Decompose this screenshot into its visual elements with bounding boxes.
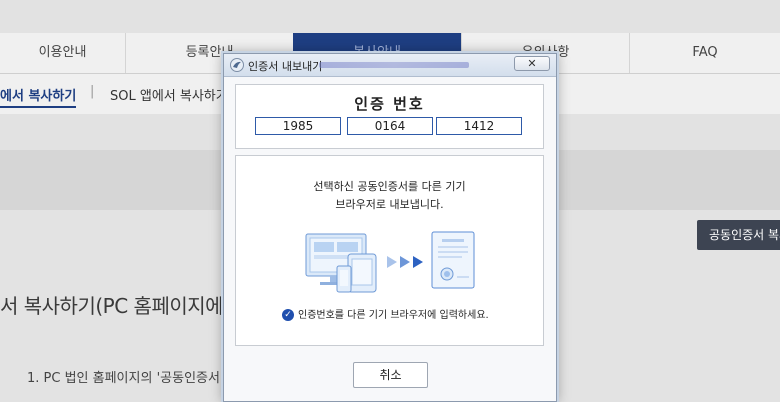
app-logo-icon bbox=[230, 58, 244, 72]
certificate-document-icon bbox=[431, 231, 475, 289]
cert-copy-button[interactable]: 공동인증서 복사 bbox=[697, 220, 780, 250]
tab-usage-guide[interactable]: 이용안내 bbox=[0, 33, 125, 73]
dialog-title: 인증서 내보내기 bbox=[248, 60, 323, 73]
cert-number-label: 인증 번호 bbox=[354, 95, 425, 113]
close-button[interactable]: ✕ bbox=[514, 56, 550, 71]
devices-icon bbox=[305, 233, 377, 293]
export-illustration bbox=[305, 231, 475, 293]
arrow-icon bbox=[387, 256, 423, 268]
instruction-line: ✓ 인증번호를 다른 기기 브라우저에 입력하세요. bbox=[282, 306, 489, 321]
step-1-text: 1. PC 법인 홈페이지의 '공동인증서 복 bbox=[27, 371, 237, 386]
subtab-divider: | bbox=[90, 84, 95, 99]
cert-number-panel: 인증 번호 1985 0164 1412 bbox=[235, 84, 544, 149]
export-cert-dialog: 인증서 내보내기 ✕ 인증 번호 1985 0164 1412 선택하신 공동인… bbox=[223, 53, 557, 402]
cancel-button[interactable]: 취소 bbox=[353, 362, 428, 388]
description-line-2: 브라우저로 내보냅니다. bbox=[335, 198, 444, 211]
dialog-titlebar[interactable]: 인증서 내보내기 ✕ bbox=[224, 54, 556, 77]
cert-number-field-2: 0164 bbox=[347, 117, 433, 135]
description-line-1: 선택하신 공동인증서를 다른 기기 bbox=[313, 180, 466, 193]
instruction-text: 인증번호를 다른 기기 브라우저에 입력하세요. bbox=[298, 310, 489, 321]
cert-number-field-3: 1412 bbox=[436, 117, 522, 135]
section-heading: 서 복사하기(PC 홈페이지에서 bbox=[0, 294, 241, 318]
cert-number-field-1: 1985 bbox=[255, 117, 341, 135]
close-icon: ✕ bbox=[527, 57, 537, 70]
blurred-title-detail bbox=[319, 62, 469, 68]
subtab-sol-app-copy[interactable]: SOL 앱에서 복사하기 bbox=[110, 85, 228, 104]
export-info-panel: 선택하신 공동인증서를 다른 기기 브라우저로 내보냅니다. ✓ 인증번호를 다… bbox=[235, 155, 544, 346]
check-circle-icon: ✓ bbox=[282, 309, 294, 321]
subtab-pc-copy[interactable]: 에서 복사하기 bbox=[0, 85, 77, 108]
tab-faq[interactable]: FAQ bbox=[629, 33, 780, 73]
export-description: 선택하신 공동인증서를 다른 기기 브라우저로 내보냅니다. bbox=[236, 178, 543, 214]
